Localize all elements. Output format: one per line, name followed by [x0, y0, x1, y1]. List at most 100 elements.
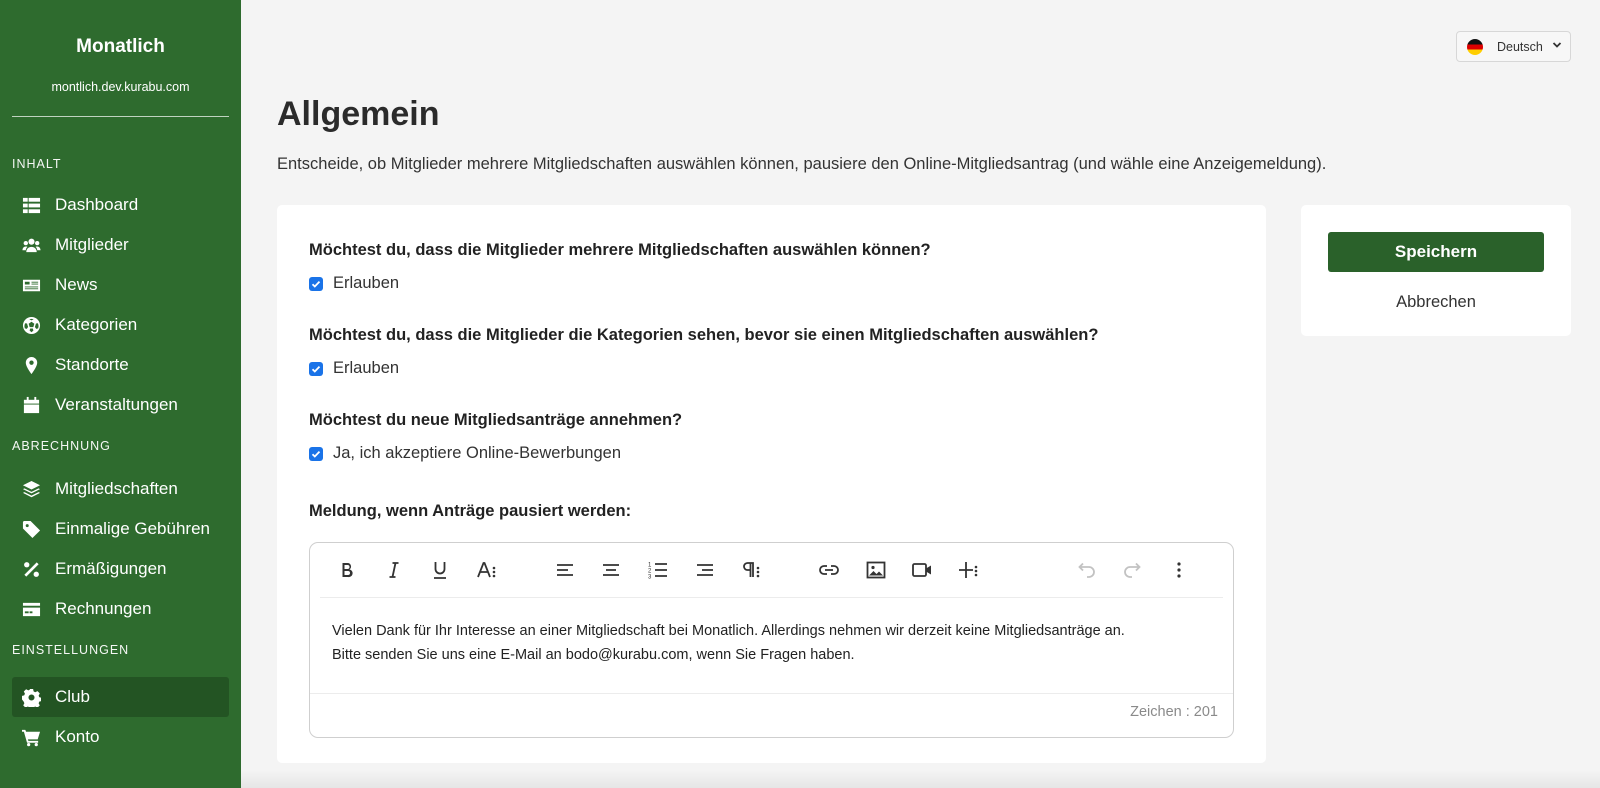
underline-button[interactable]	[424, 555, 456, 585]
sidebar-item-label: Konto	[55, 727, 100, 746]
sidebar-item-categories[interactable]: Kategorien	[12, 305, 229, 345]
page-title: Allgemein	[277, 95, 440, 133]
video-button[interactable]	[906, 555, 938, 585]
question-accept-applications: Möchtest du neue Mitgliedsanträge annehm…	[309, 411, 683, 429]
italic-icon	[389, 562, 399, 578]
sidebar-item-label: Mitglieder	[55, 235, 129, 254]
insert-icon	[959, 562, 978, 578]
sidebar-item-invoices[interactable]: Rechnungen	[12, 589, 229, 629]
more-icon	[1177, 562, 1181, 578]
sidebar-item-label: News	[55, 275, 98, 294]
sidebar-item-discounts[interactable]: Ermäßigungen	[12, 549, 229, 589]
paused-message-label: Meldung, wenn Anträge pausiert werden:	[309, 502, 632, 520]
checkbox-label: Ja, ich akzeptiere Online-Bewerbungen	[333, 444, 622, 462]
cart-icon	[20, 727, 42, 747]
club-url[interactable]: montlich.dev.kurabu.com	[12, 80, 229, 96]
redo-button[interactable]	[1117, 555, 1149, 585]
editor-text-line: Vielen Dank für Ihr Interesse an einer M…	[332, 623, 1125, 639]
insert-button[interactable]	[953, 555, 985, 585]
align-left-button[interactable]	[549, 555, 581, 585]
users-icon	[20, 235, 42, 255]
gear-icon	[20, 687, 42, 707]
checkbox-label: Erlauben	[333, 274, 400, 292]
section-heading-billing: ABRECHNUNG	[12, 439, 111, 453]
undo-button[interactable]	[1070, 555, 1102, 585]
sidebar-item-label: Kategorien	[55, 315, 138, 334]
section-heading-content: INHALT	[12, 157, 62, 171]
club-name: Monatlich	[76, 36, 165, 57]
editor-text-line: Bitte senden Sie uns eine E-Mail an bodo…	[332, 647, 855, 663]
actions-card: Speichern Abbrechen	[1301, 205, 1571, 336]
language-label: Deutsch	[1497, 39, 1543, 54]
sidebar-item-one-time-fees[interactable]: Einmalige Gebühren	[12, 509, 229, 549]
image-button[interactable]	[860, 555, 892, 585]
table-icon	[20, 195, 42, 215]
align-center-button[interactable]	[595, 555, 627, 585]
sidebar-item-account[interactable]: Konto	[12, 717, 229, 757]
editor-footer-divider	[310, 693, 1233, 694]
soccer-ball-icon	[20, 315, 42, 335]
editor-toolbar: 123	[320, 543, 1223, 598]
sidebar-item-label: Club	[55, 687, 90, 706]
save-button[interactable]: Speichern	[1328, 232, 1544, 272]
checkbox-label: Erlauben	[333, 359, 400, 377]
newspaper-icon	[20, 275, 42, 295]
cancel-button[interactable]: Abbrechen	[1328, 288, 1544, 316]
checkbox-checked[interactable]	[309, 276, 323, 291]
section-heading-settings: EINSTELLUNGEN	[12, 643, 130, 657]
undo-icon	[1078, 562, 1095, 578]
sidebar-item-news[interactable]: News	[12, 265, 229, 305]
language-select[interactable]: Deutsch	[1456, 31, 1571, 62]
sidebar-item-label: Standorte	[55, 355, 129, 374]
font-size-icon	[477, 562, 496, 578]
bold-button[interactable]	[331, 555, 363, 585]
align-left-icon	[557, 564, 573, 576]
sidebar: Monatlich montlich.dev.kurabu.com INHALT…	[0, 0, 241, 788]
checkbox-checked[interactable]	[309, 361, 323, 376]
sidebar-item-label: Mitgliedschaften	[55, 479, 178, 498]
font-size-button[interactable]	[471, 555, 503, 585]
sidebar-divider	[12, 116, 229, 117]
tag-icon	[20, 519, 42, 539]
ordered-list-button[interactable]: 123	[642, 555, 674, 585]
editor-content[interactable]: Vielen Dank für Ihr Interesse an einer M…	[332, 619, 1212, 667]
italic-button[interactable]	[378, 555, 410, 585]
sidebar-item-memberships[interactable]: Mitgliedschaften	[12, 469, 229, 509]
bottom-shadow	[241, 770, 1600, 788]
link-button[interactable]	[813, 555, 845, 585]
checkbox-accept-applications[interactable]: Ja, ich akzeptiere Online-Bewerbungen	[309, 444, 621, 463]
sidebar-item-club[interactable]: Club	[12, 677, 229, 717]
redo-icon	[1124, 562, 1141, 578]
calendar-icon	[20, 395, 42, 415]
checkbox-multiple-memberships[interactable]: Erlauben	[309, 274, 399, 293]
align-center-icon	[603, 564, 619, 576]
sidebar-item-label: Dashboard	[55, 195, 139, 214]
sidebar-item-members[interactable]: Mitglieder	[12, 225, 229, 265]
sidebar-item-locations[interactable]: Standorte	[12, 345, 229, 385]
ordered-list-icon: 123	[648, 563, 667, 581]
paragraph-button[interactable]	[735, 555, 767, 585]
more-options-button[interactable]	[1163, 555, 1195, 585]
checkbox-show-categories[interactable]: Erlauben	[309, 359, 399, 378]
settings-card: Möchtest du, dass die Mitglieder mehrere…	[277, 205, 1266, 763]
bold-icon	[342, 562, 353, 578]
sidebar-item-label: Einmalige Gebühren	[55, 519, 210, 538]
sidebar-item-events[interactable]: Veranstaltungen	[12, 385, 229, 425]
sidebar-item-label: Ermäßigungen	[55, 559, 167, 578]
percent-icon	[20, 559, 42, 579]
germany-flag-icon	[1467, 38, 1483, 55]
svg-text:3: 3	[648, 575, 652, 581]
checkbox-checked[interactable]	[309, 446, 323, 461]
underline-icon	[434, 562, 446, 579]
align-right-button[interactable]	[689, 555, 721, 585]
question-multiple-memberships: Möchtest du, dass die Mitglieder mehrere…	[309, 241, 931, 259]
sidebar-item-label: Veranstaltungen	[55, 395, 178, 414]
rich-text-editor: 123 Vielen Dank für Ihr Interesse an ein…	[309, 542, 1234, 738]
video-icon	[912, 563, 931, 577]
sidebar-item-label: Rechnungen	[55, 599, 152, 618]
align-right-icon	[697, 564, 713, 576]
sidebar-item-dashboard[interactable]: Dashboard	[12, 185, 229, 225]
credit-card-icon	[20, 599, 42, 619]
chevron-down-icon	[1552, 40, 1562, 53]
question-show-categories: Möchtest du, dass die Mitglieder die Kat…	[309, 326, 1099, 344]
